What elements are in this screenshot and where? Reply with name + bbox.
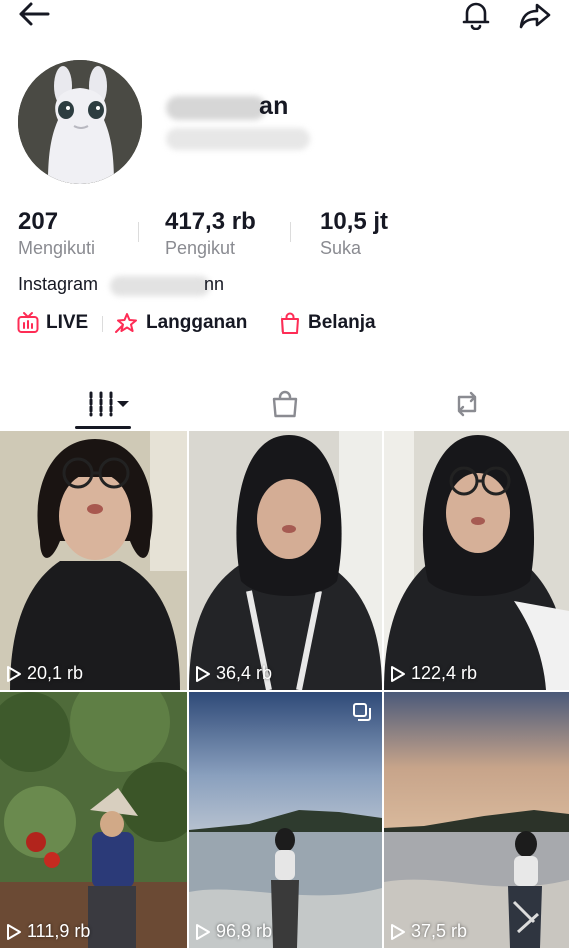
video-thumbnail	[0, 431, 187, 690]
username-text: an	[259, 92, 289, 120]
video-tile-1[interactable]: 20,1 rb	[0, 431, 187, 690]
top-bar	[0, 0, 569, 34]
view-count: 20,1 rb	[6, 663, 83, 684]
divider	[290, 222, 291, 242]
view-count-text: 20,1 rb	[27, 663, 84, 683]
subscription-label: Langganan	[146, 312, 248, 333]
obscured-handle	[166, 128, 310, 150]
play-icon	[196, 923, 210, 940]
view-count: 37,5 rb	[390, 921, 467, 942]
view-count-text: 111,9 rb	[27, 921, 91, 941]
grid-videos-icon	[89, 391, 129, 417]
bio-prefix: Instagram	[18, 274, 99, 294]
bio: Instagram nn	[18, 274, 278, 298]
carousel-icon	[353, 703, 371, 721]
share-arrow-icon	[519, 3, 551, 29]
video-tile-5[interactable]: 96,8 rb	[189, 692, 382, 948]
live-link[interactable]: LIVE	[16, 308, 88, 338]
video-thumbnail	[384, 692, 569, 948]
likes-label: Suka	[320, 238, 362, 258]
profile-links: LIVE Langganan Belanja	[16, 308, 416, 338]
avatar[interactable]	[18, 60, 142, 184]
play-icon	[7, 665, 21, 682]
multi-photo-indicator	[352, 702, 372, 727]
video-thumbnail	[189, 692, 382, 948]
view-count: 36,4 rb	[195, 663, 272, 684]
shop-link[interactable]: Belanja	[278, 308, 376, 338]
tab-shop[interactable]	[190, 378, 380, 430]
video-thumbnail	[0, 692, 187, 948]
view-count: 96,8 rb	[195, 921, 272, 942]
view-count-text: 37,5 rb	[411, 921, 468, 941]
subscription-icon	[115, 313, 137, 333]
share-button[interactable]	[514, 0, 556, 30]
obscured-bio	[110, 276, 210, 296]
shop-label: Belanja	[308, 312, 376, 333]
likes-count: 10,5 jt	[320, 208, 389, 235]
view-count-text: 96,8 rb	[216, 921, 273, 941]
view-count-text: 122,4 rb	[411, 663, 478, 683]
divider	[138, 222, 139, 242]
stat-likes[interactable]: 10,5 jt Suka	[320, 208, 388, 259]
arrow-left-icon	[19, 2, 50, 26]
view-count: 111,9 rb	[6, 921, 90, 942]
video-tile-2[interactable]: 36,4 rb	[189, 431, 382, 690]
video-thumbnail	[189, 431, 382, 690]
bio-suffix: nn	[204, 274, 225, 294]
stat-followers[interactable]: 417,3 rb Pengikut	[165, 208, 256, 259]
subscription-link[interactable]: Langganan	[114, 308, 247, 338]
view-count-text: 36,4 rb	[216, 663, 273, 683]
video-tile-3[interactable]: 122,4 rb	[384, 431, 569, 690]
avatar-image	[18, 60, 142, 184]
play-icon	[196, 665, 210, 682]
video-thumbnail	[384, 431, 569, 690]
following-count: 207	[18, 208, 59, 235]
play-icon	[391, 665, 405, 682]
content-tabs	[0, 378, 569, 430]
shop-bag-icon	[272, 390, 298, 418]
profile-stats: 207 Mengikuti 417,3 rb Pengikut 10,5 jt …	[0, 208, 569, 264]
tab-reposts[interactable]	[372, 378, 562, 430]
followers-label: Pengikut	[165, 238, 236, 258]
followers-count: 417,3 rb	[165, 208, 256, 235]
obscured-name	[166, 96, 266, 120]
shopping-bag-icon	[281, 312, 299, 334]
active-tab-indicator	[75, 426, 131, 429]
tab-videos[interactable]	[13, 378, 203, 430]
notification-button[interactable]	[456, 0, 496, 30]
live-tv-icon	[17, 312, 39, 333]
video-tile-6[interactable]: 37,5 rb	[384, 692, 569, 948]
repost-icon	[457, 391, 477, 417]
stat-following[interactable]: 207 Mengikuti	[18, 208, 95, 259]
back-button[interactable]	[14, 0, 54, 28]
username: an	[166, 92, 346, 122]
following-label: Mengikuti	[18, 238, 96, 258]
play-icon	[7, 923, 21, 940]
bell-icon	[462, 2, 490, 30]
live-label: LIVE	[46, 312, 89, 333]
video-tile-4[interactable]: 111,9 rb	[0, 692, 187, 948]
play-icon	[391, 923, 405, 940]
view-count: 122,4 rb	[390, 663, 477, 684]
video-grid: 20,1 rb 36,4 rb 122,4 rb 111,9 rb 96,8 r…	[0, 431, 569, 948]
divider	[102, 316, 103, 332]
